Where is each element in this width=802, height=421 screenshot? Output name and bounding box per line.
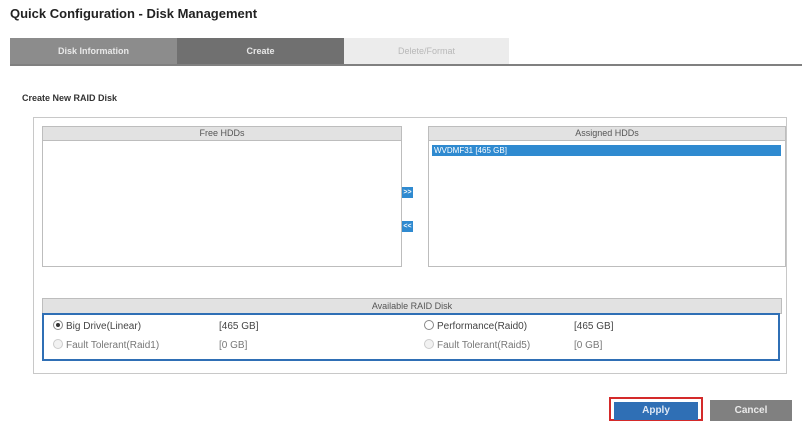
free-hdds-list[interactable]: Free HDDs [42,126,402,267]
tab-create[interactable]: Create [177,38,344,64]
raid-option-label: Fault Tolerant(Raid5) [437,340,531,351]
raid-option-size: [465 GB] [574,321,614,332]
radio-disabled-icon [424,339,434,349]
assigned-hdds-header: Assigned HDDs [428,126,786,141]
raid-option-fault-tolerant-raid1: Fault Tolerant(Raid1) [53,339,159,353]
raid-section-header: Available RAID Disk [42,298,782,314]
add-to-assigned-button[interactable]: >> [402,187,413,198]
radio-icon[interactable] [424,320,434,330]
page-title: Quick Configuration - Disk Management [10,6,258,21]
remove-from-assigned-button[interactable]: << [402,221,413,232]
tab-bar: Disk Information Create Delete/Format [10,38,509,64]
assigned-hdd-item[interactable]: WVDMF31 [465 GB] [432,145,781,156]
raid-option-label: Big Drive(Linear) [66,321,142,332]
raid-option-label: Performance(Raid0) [437,321,528,332]
assigned-hdds-list[interactable]: Assigned HDDs WVDMF31 [465 GB] [428,126,786,267]
apply-highlight: Apply [609,397,703,421]
raid-option-label: Fault Tolerant(Raid1) [66,340,160,351]
tab-delete-format[interactable]: Delete/Format [344,38,509,64]
raid-option-size: [465 GB] [219,321,259,332]
raid-option-size: [0 GB] [219,340,248,351]
raid-option-performance[interactable]: Performance(Raid0) [424,320,527,334]
raid-option-big-drive[interactable]: Big Drive(Linear) [53,320,141,334]
cancel-button[interactable]: Cancel [710,400,792,421]
section-title: Create New RAID Disk [22,93,118,103]
create-raid-panel: Free HDDs >> << Assigned HDDs WVDMF31 [4… [33,117,787,374]
tab-divider [10,64,802,66]
raid-option-fault-tolerant-raid5: Fault Tolerant(Raid5) [424,339,530,353]
radio-selected-icon[interactable] [53,320,63,330]
tab-disk-information[interactable]: Disk Information [10,38,177,64]
raid-option-size: [0 GB] [574,340,603,351]
radio-disabled-icon [53,339,63,349]
free-hdds-header: Free HDDs [42,126,402,141]
apply-button[interactable]: Apply [614,402,698,420]
raid-options-box: Big Drive(Linear) [465 GB] Performance(R… [42,313,780,361]
